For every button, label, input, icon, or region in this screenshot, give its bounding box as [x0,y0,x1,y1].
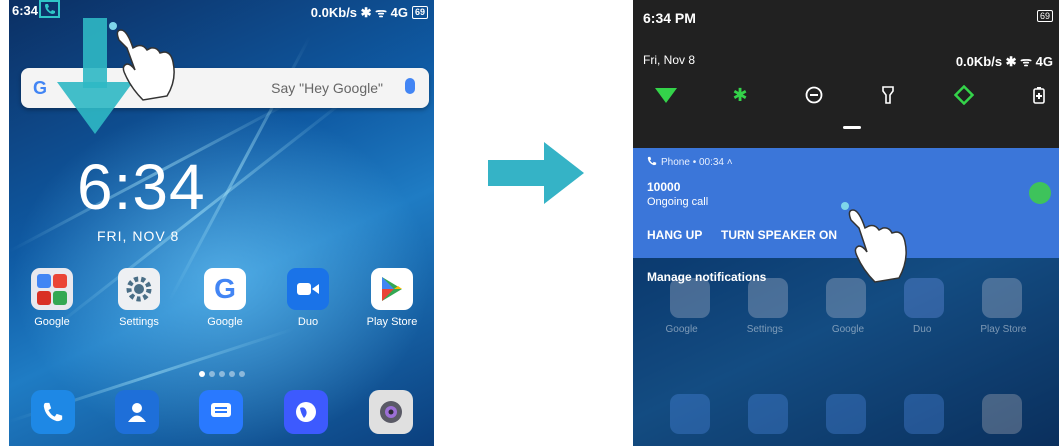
speaker-button[interactable]: TURN SPEAKER ON [721,228,837,242]
google-g-icon: G [33,78,48,98]
camera-icon[interactable] [369,390,413,434]
caller-number: 10000 [647,180,681,194]
dimmed-app-icon [748,278,788,318]
status-time: 6:34 [12,3,39,18]
left-phone-screen: 6:34 0.0Kb/s ✱ ᯤ 4G 69 G Say "Hey Google… [9,0,434,446]
app-label: Duo [297,316,319,328]
app-label: Play Store [366,316,418,328]
duo-camera-icon [287,268,329,310]
dimmed-app-label: Play Store [980,324,1027,335]
app-settings[interactable]: Settings [104,268,174,328]
app-label: Google [207,316,243,328]
dimmed-app-label: Duo [913,324,932,335]
dimmed-app-label: Google [831,324,865,335]
notification-shade: 6:34 PM 69 Fri, Nov 8 0.0Kb/s ✱ ᯤ 4G ✱ [633,0,1059,148]
notification-header-text: Phone • 00:34 ˄ [661,157,733,168]
battery-saver-icon[interactable] [1028,84,1050,106]
app-play-store[interactable]: Play Store [357,268,427,328]
right-phone-screen: 6:34 PM 69 Fri, Nov 8 0.0Kb/s ✱ ᯤ 4G ✱ P… [633,0,1059,446]
messages-icon[interactable] [199,390,243,434]
clock-widget[interactable]: 6:34 [77,150,206,224]
app-label: Google [34,316,70,328]
phone-icon [647,156,657,166]
shade-date: Fri, Nov 8 [643,53,696,67]
microphone-icon[interactable] [405,78,415,94]
app-google[interactable]: G Google [190,268,260,328]
bluetooth-icon[interactable]: ✱ [729,84,751,106]
app-label: Settings [119,316,159,328]
contacts-icon[interactable] [115,390,159,434]
dimmed-app-icon [982,278,1022,318]
dimmed-app-label: Settings [746,324,783,335]
flashlight-icon[interactable] [877,84,899,106]
status-time: 6:34 PM [643,10,696,26]
manage-notifications-button[interactable]: Manage notifications [647,270,766,284]
status-indicators: 0.0Kb/s ✱ ᯤ 4G [955,54,1053,69]
wifi-icon[interactable] [655,84,677,106]
notification-header: Phone • 00:34 ˄ [647,156,733,168]
transition-arrow-icon [488,142,584,204]
tap-hand-icon [109,22,175,101]
date-widget: FRI, NOV 8 [97,228,180,244]
app-duo[interactable]: Duo [273,268,343,328]
browser-globe-icon[interactable] [284,390,328,434]
shade-drag-handle[interactable] [843,126,861,129]
google-folder-icon [31,268,73,310]
play-store-icon [371,268,413,310]
hang-up-button[interactable]: HANG UP [647,228,702,242]
battery-icon: 69 [411,5,428,19]
dock [9,390,434,446]
dimmed-app-label: Google [665,324,698,335]
battery-icon: 69 [1036,10,1053,22]
auto-rotate-icon[interactable] [953,84,975,106]
ongoing-call-icon [39,0,60,18]
google-g-icon: G [204,268,246,310]
home-app-row: Google Settings G Google Duo Play Store [9,268,434,348]
app-google-folder[interactable]: Google [17,268,87,328]
tap-hand-icon [841,202,907,283]
contact-avatar-icon [1029,182,1051,204]
dimmed-app-icon [670,278,710,318]
call-status: Ongoing call [647,196,709,208]
phone-icon[interactable] [31,390,75,434]
search-placeholder: Say "Hey Google" [271,80,383,96]
settings-gear-icon [118,268,160,310]
page-indicator [199,371,245,377]
do-not-disturb-icon[interactable] [803,84,825,106]
status-indicators: 0.0Kb/s ✱ ᯤ 4G [310,5,408,20]
status-bar: 6:34 0.0Kb/s ✱ ᯤ 4G 69 [9,0,434,20]
